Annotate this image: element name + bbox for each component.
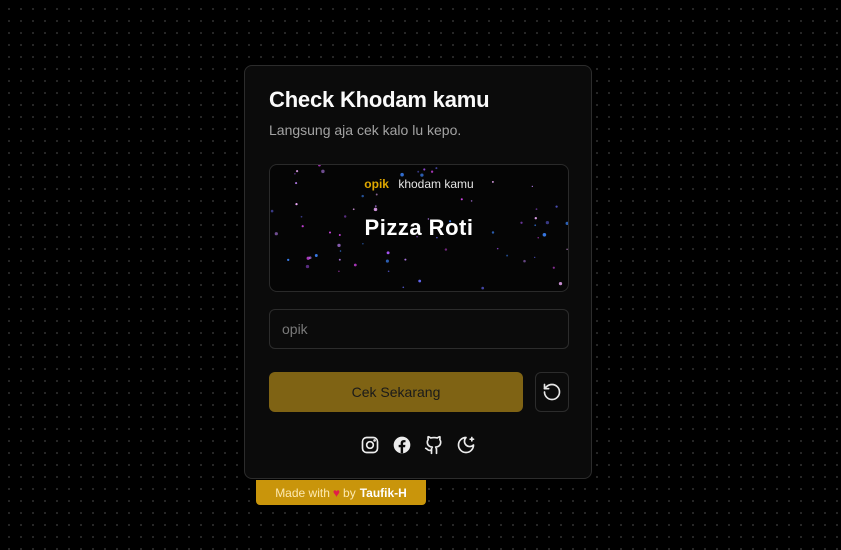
sparkle-dot [506, 254, 509, 257]
sparkle-dot [352, 208, 355, 211]
sparkle-dot [566, 248, 568, 251]
sparkle-dot [339, 250, 342, 252]
khodam-card: Check Khodam kamu Langsung aja cek kalo … [244, 65, 592, 479]
sparkle-dot [481, 286, 485, 290]
sparkle-dot [423, 168, 426, 171]
sparkle-dot [417, 170, 420, 173]
result-panel: opik khodam kamu Pizza Roti [269, 164, 569, 292]
sparkle-dot [496, 247, 499, 250]
moon-stars-icon [457, 436, 475, 454]
sparkle-dot [404, 258, 407, 261]
sparkle-dot [444, 248, 448, 251]
sparkle-dot [400, 172, 404, 177]
sparkle-dot [402, 286, 405, 289]
name-input[interactable] [269, 309, 569, 349]
theme-toggle[interactable] [456, 435, 476, 455]
result-heading: opik khodam kamu [270, 177, 568, 191]
sparkle-dot [338, 258, 341, 261]
made-with-badge: Made with ♥ by Taufik-H [256, 480, 426, 505]
sparkle-dot [535, 208, 538, 210]
sparkle-dot [373, 207, 378, 212]
github-icon [424, 435, 442, 455]
github-link[interactable] [424, 435, 444, 455]
facebook-icon [393, 436, 411, 454]
sparkle-dot [287, 258, 290, 262]
sparkle-dot [361, 194, 364, 198]
sparkle-dot [375, 193, 378, 196]
khodam-result: Pizza Roti [364, 215, 474, 240]
sparkle-dot [337, 243, 341, 248]
page-subtitle: Langsung aja cek kalo lu kepo. [269, 122, 462, 138]
sparkle-dot [552, 266, 555, 269]
check-now-button[interactable]: Cek Sekarang [269, 372, 523, 412]
sparkle-dot [308, 256, 312, 260]
sparkle-dot [387, 270, 390, 273]
sparkle-dot [375, 205, 377, 207]
sparkle-dot [430, 170, 434, 173]
sparkle-dot [296, 170, 299, 173]
result-label: khodam kamu [398, 177, 474, 191]
sparkle-dot [295, 202, 298, 206]
result-name: opik [364, 177, 389, 191]
instagram-icon [361, 436, 379, 454]
sparkle-dot [460, 198, 463, 201]
sparkle-dot [523, 259, 526, 263]
sparkle-dot [418, 279, 422, 283]
sparkle-dot [385, 259, 389, 263]
sparkle-dot [321, 169, 325, 174]
reset-button[interactable] [535, 372, 569, 412]
sparkle-dot [318, 165, 321, 167]
sparkle-dot [435, 167, 438, 170]
sparkle-dot [338, 270, 340, 273]
instagram-link[interactable] [360, 435, 380, 455]
facebook-link[interactable] [392, 435, 412, 455]
sparkle-dot [558, 281, 563, 286]
sparkle-dot [353, 263, 357, 267]
sparkle-dot [314, 254, 318, 257]
sparkle-dot [534, 256, 536, 259]
sparkle-dot [386, 251, 390, 255]
sparkle-dot [270, 209, 274, 213]
social-links [245, 435, 591, 457]
sparkle-dot [470, 200, 473, 202]
sparkle-dot [555, 205, 558, 208]
by-text: by [343, 485, 356, 500]
sparkle-dot [362, 243, 364, 245]
page-title: Check Khodam kamu [269, 87, 490, 112]
reset-icon [543, 383, 561, 401]
made-with-text: Made with [275, 485, 330, 500]
author-link[interactable]: Taufik-H [360, 486, 407, 500]
sparkle-dot [294, 172, 296, 175]
sparkle-dot [305, 264, 310, 269]
heart-icon: ♥ [332, 485, 341, 500]
